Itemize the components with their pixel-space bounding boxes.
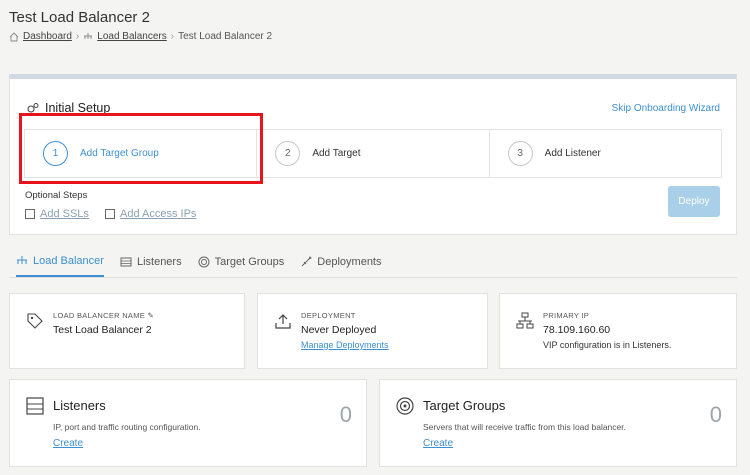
breadcrumb-load-balancers-link[interactable]: Load Balancers (97, 31, 167, 42)
create-target-group-link[interactable]: Create (423, 438, 453, 449)
step-add-target[interactable]: 2 Add Target (256, 130, 488, 177)
step-add-listener[interactable]: 3 Add Listener (488, 130, 721, 177)
lb-name-label: LOAD BALANCER NAME ✎ (53, 311, 155, 320)
add-ssls-option[interactable]: Add SSLs (25, 208, 89, 220)
step-number: 2 (275, 141, 301, 166)
optional-steps-title: Optional Steps (25, 190, 88, 201)
tab-label: Deployments (317, 255, 382, 268)
upload-icon (275, 314, 291, 329)
step-number: 3 (507, 141, 533, 166)
add-access-ips-label[interactable]: Add Access IPs (120, 208, 196, 220)
tab-listeners[interactable]: Listeners (120, 250, 182, 277)
step-label: Add Listener (544, 148, 601, 159)
step-label: Add Target (312, 148, 361, 159)
rocket-icon (301, 255, 313, 266)
checkbox-icon[interactable] (105, 209, 115, 219)
target-groups-panel: Target Groups Servers that will receive … (379, 379, 737, 467)
target-groups-title: Target Groups (423, 398, 506, 413)
tab-label: Target Groups (214, 255, 285, 268)
tab-target-groups[interactable]: Target Groups (198, 250, 285, 277)
primary-ip-card: PRIMARY IP 78.109.160.60 VIP configurati… (499, 293, 737, 369)
list-icon (120, 257, 132, 266)
breadcrumb-dashboard-link[interactable]: Dashboard (23, 31, 72, 42)
listeners-description: IP, port and traffic routing configurati… (53, 422, 201, 432)
tab-label: Listeners (136, 255, 182, 268)
target-groups-description: Servers that will receive traffic from t… (423, 422, 626, 432)
page-header: Test Load Balancer 2 Dashboard › Load Ba… (0, 0, 750, 58)
tab-label: Load Balancer (33, 254, 104, 267)
listeners-title: Listeners (53, 398, 106, 413)
add-access-ips-option[interactable]: Add Access IPs (105, 208, 196, 220)
create-listener-link[interactable]: Create (53, 438, 83, 449)
lb-name-card: LOAD BALANCER NAME ✎ Test Load Balancer … (9, 293, 245, 369)
tabs-bar: Load Balancer Listeners Target Groups De… (9, 250, 737, 278)
lb-name-value: Test Load Balancer 2 (53, 324, 152, 336)
target-groups-count: 0 (709, 402, 722, 427)
listeners-panel: Listeners IP, port and traffic routing c… (9, 379, 367, 467)
listeners-count: 0 (339, 402, 352, 427)
highlight-box (19, 113, 263, 184)
manage-deployments-link[interactable]: Manage Deployments (301, 340, 389, 350)
deployment-card: DEPLOYMENT Never Deployed Manage Deploym… (257, 293, 488, 369)
tab-load-balancer[interactable]: Load Balancer (16, 250, 104, 277)
network-icon (516, 312, 534, 329)
primary-ip-label: PRIMARY IP (543, 311, 590, 320)
add-ssls-label[interactable]: Add SSLs (40, 208, 89, 220)
target-icon (396, 397, 414, 415)
skip-onboarding-link[interactable]: Skip Onboarding Wizard (612, 103, 720, 114)
primary-ip-value: 78.109.160.60 (543, 324, 611, 336)
vip-note: VIP configuration is in Listeners. (543, 340, 672, 350)
server-icon (26, 397, 44, 415)
breadcrumb-separator: › (170, 31, 175, 42)
breadcrumb-current: Test Load Balancer 2 (178, 31, 273, 42)
tab-deployments[interactable]: Deployments (300, 250, 382, 277)
home-icon (9, 31, 19, 41)
page-title: Test Load Balancer 2 (9, 9, 150, 26)
deploy-button[interactable]: Deploy (668, 186, 720, 217)
load-balancer-icon (17, 255, 27, 264)
checkbox-icon[interactable] (25, 209, 35, 219)
breadcrumb: Dashboard › Load Balancers › Test Load B… (9, 31, 272, 42)
load-balancer-icon (84, 32, 93, 39)
tag-icon (27, 313, 43, 329)
deployment-label: DEPLOYMENT (301, 311, 356, 320)
breadcrumb-separator: › (75, 31, 80, 42)
edit-pencil-icon[interactable]: ✎ (147, 311, 154, 320)
deployment-value: Never Deployed (301, 324, 377, 336)
target-icon (198, 256, 210, 267)
